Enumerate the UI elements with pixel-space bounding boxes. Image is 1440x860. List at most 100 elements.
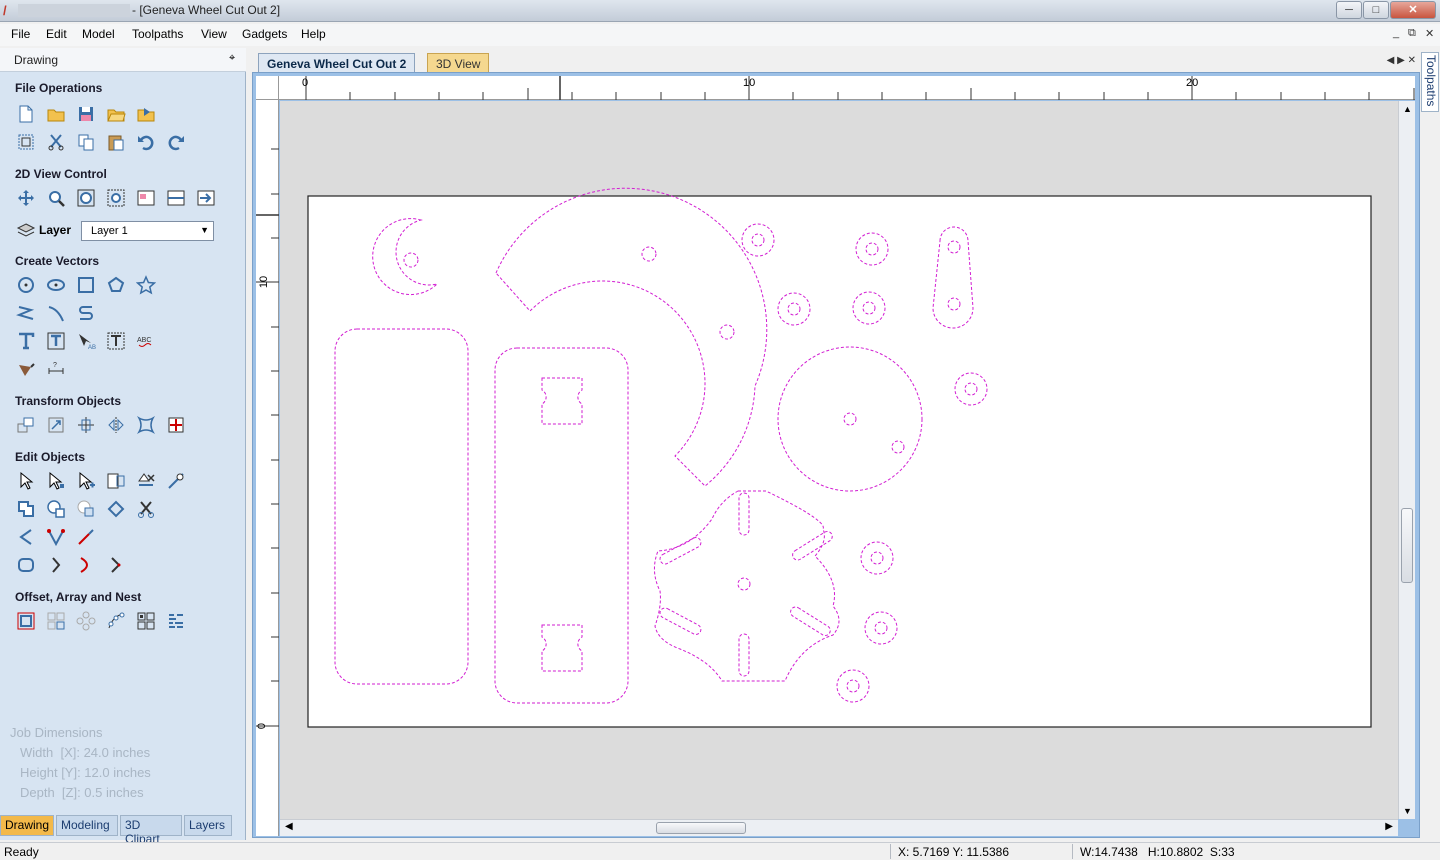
- tab-3d-clipart[interactable]: 3D Clipart: [120, 815, 182, 846]
- rectangle-icon[interactable]: [75, 274, 97, 296]
- import-icon[interactable]: [135, 103, 157, 125]
- move-icon[interactable]: [15, 414, 37, 436]
- menu-file[interactable]: File: [11, 27, 30, 41]
- save-icon[interactable]: [75, 103, 97, 125]
- fillet-icon[interactable]: [15, 526, 37, 548]
- text-frame-icon[interactable]: [45, 330, 67, 352]
- scale-icon[interactable]: [45, 414, 67, 436]
- paste-icon[interactable]: [105, 131, 127, 153]
- cut-icon[interactable]: [45, 131, 67, 153]
- autolayout-text-icon[interactable]: [105, 330, 127, 352]
- vertical-scrollbar[interactable]: ▲ ▼: [1398, 101, 1415, 819]
- array-icon[interactable]: [45, 610, 67, 632]
- right-panel-strip: [1420, 48, 1440, 840]
- intersect-icon[interactable]: [75, 498, 97, 520]
- trim-icon[interactable]: [165, 470, 187, 492]
- tab-navigation[interactable]: ◀ ▶ ✕: [1387, 55, 1416, 66]
- tab-modeling[interactable]: Modeling: [56, 815, 118, 836]
- job-dimensions-title: Job Dimensions: [10, 725, 103, 740]
- scroll-down-icon[interactable]: ▼: [1403, 806, 1412, 816]
- job-setup-icon[interactable]: [15, 131, 37, 153]
- text-on-curve-icon[interactable]: AB: [75, 330, 97, 352]
- zoom-icon[interactable]: [45, 187, 67, 209]
- arc-icon[interactable]: [45, 302, 67, 324]
- toolpaths-tab[interactable]: Toolpaths: [1421, 52, 1439, 112]
- drawing-panel: Drawing ⌖ File Operations 2D View Contro…: [0, 48, 246, 846]
- layer-select[interactable]: Layer 1 ▼: [81, 221, 214, 241]
- zoom-extents-icon[interactable]: [75, 187, 97, 209]
- copy-along-vectors-icon[interactable]: [105, 610, 127, 632]
- view-split-icon[interactable]: [165, 187, 187, 209]
- interactive-select-icon[interactable]: [75, 470, 97, 492]
- pan-icon[interactable]: [15, 187, 37, 209]
- menu-edit[interactable]: Edit: [46, 27, 67, 41]
- join-vectors-icon[interactable]: [105, 498, 127, 520]
- group-icon[interactable]: [105, 470, 127, 492]
- tab-layers[interactable]: Layers: [184, 815, 232, 836]
- polyline-icon[interactable]: [15, 302, 37, 324]
- undo-icon[interactable]: [135, 131, 157, 153]
- scroll-up-icon[interactable]: ▲: [1403, 104, 1412, 114]
- dimension-icon[interactable]: ?: [45, 358, 67, 380]
- tab-icon[interactable]: [105, 554, 127, 576]
- minimize-button[interactable]: ─: [1336, 1, 1362, 19]
- circle-icon[interactable]: [15, 274, 37, 296]
- distort-icon[interactable]: [135, 414, 157, 436]
- align-icon[interactable]: [75, 414, 97, 436]
- offset-icon[interactable]: [15, 610, 37, 632]
- vertical-scroll-thumb[interactable]: [1401, 508, 1413, 583]
- redo-icon[interactable]: [165, 131, 187, 153]
- tab-geneva-wheel[interactable]: Geneva Wheel Cut Out 2: [258, 53, 416, 73]
- scroll-left-icon[interactable]: ◀: [285, 821, 293, 832]
- open-file-icon[interactable]: [45, 103, 67, 125]
- ungroup-icon[interactable]: [135, 470, 157, 492]
- horizontal-scrollbar[interactable]: ◀ ▶: [280, 819, 1398, 836]
- view-export-icon[interactable]: [195, 187, 217, 209]
- ellipse-icon[interactable]: [45, 274, 67, 296]
- curve-icon[interactable]: [75, 302, 97, 324]
- menu-view[interactable]: View: [201, 27, 227, 41]
- set-origin-icon[interactable]: [165, 414, 187, 436]
- tab-3d-view[interactable]: 3D View: [427, 53, 490, 73]
- mdi-minimize-button[interactable]: _: [1393, 27, 1399, 39]
- text-icon[interactable]: [15, 330, 37, 352]
- maximize-button[interactable]: □: [1363, 1, 1389, 19]
- mdi-close-button[interactable]: ✕: [1425, 27, 1434, 40]
- new-file-icon[interactable]: [15, 103, 37, 125]
- view-layout-icon[interactable]: [135, 187, 157, 209]
- star-icon[interactable]: [135, 274, 157, 296]
- horizontal-scroll-thumb[interactable]: [656, 822, 746, 834]
- bracket-icon[interactable]: [45, 554, 67, 576]
- polygon-icon[interactable]: [105, 274, 127, 296]
- smooth-icon[interactable]: [15, 554, 37, 576]
- spell-check-icon[interactable]: ABC: [135, 330, 157, 352]
- bitmap-trace-icon[interactable]: [15, 358, 37, 380]
- nesting-icon[interactable]: [135, 610, 157, 632]
- scissors-icon[interactable]: [135, 498, 157, 520]
- extend-icon[interactable]: [75, 526, 97, 548]
- zoom-selection-icon[interactable]: [105, 187, 127, 209]
- menu-gadgets[interactable]: Gadgets: [242, 27, 287, 41]
- tab-drawing[interactable]: Drawing: [0, 815, 54, 836]
- chamfer-icon[interactable]: [45, 526, 67, 548]
- mirror-icon[interactable]: [105, 414, 127, 436]
- close-button[interactable]: ✕: [1390, 1, 1436, 19]
- copy-icon[interactable]: [75, 131, 97, 153]
- circular-array-icon[interactable]: [75, 610, 97, 632]
- curve-fit-icon[interactable]: [75, 554, 97, 576]
- auto-nest-icon[interactable]: [165, 610, 187, 632]
- section-2d-view-control: 2D View Control: [15, 167, 107, 181]
- section-offset-array-nest: Offset, Array and Nest: [15, 590, 142, 604]
- weld-icon[interactable]: [15, 498, 37, 520]
- select-icon[interactable]: [15, 470, 37, 492]
- subtract-icon[interactable]: [45, 498, 67, 520]
- drawing-canvas[interactable]: [280, 101, 1415, 819]
- node-edit-icon[interactable]: [45, 470, 67, 492]
- menu-model[interactable]: Model: [82, 27, 115, 41]
- open-folder-icon[interactable]: [105, 103, 127, 125]
- menu-help[interactable]: Help: [301, 27, 326, 41]
- menu-toolpaths[interactable]: Toolpaths: [132, 27, 183, 41]
- scroll-right-icon[interactable]: ▶: [1385, 821, 1393, 832]
- mdi-restore-button[interactable]: ⧉: [1408, 27, 1416, 40]
- pin-icon[interactable]: ⌖: [229, 52, 235, 65]
